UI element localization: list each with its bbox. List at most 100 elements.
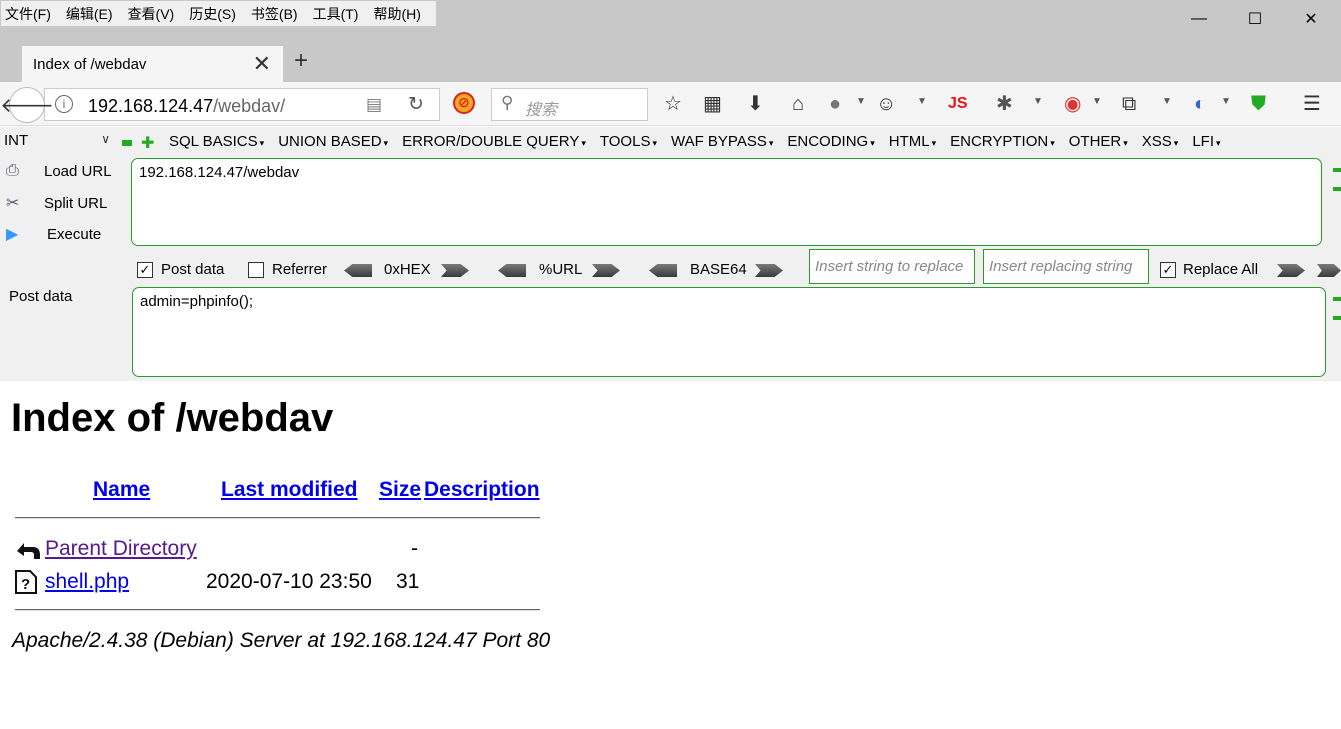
replace-next-button[interactable] xyxy=(1317,264,1341,277)
menu-history[interactable]: 历史(S) xyxy=(189,4,236,24)
split-url-button[interactable]: ✂ Split URL xyxy=(6,193,107,213)
page-content: Index of /webdav Name Last modified Size… xyxy=(0,382,1341,729)
hamburger-menu-icon[interactable]: ☰ xyxy=(1303,92,1321,116)
url-path: /webdav/ xyxy=(213,96,286,116)
globe-addon-icon[interactable]: ● xyxy=(829,92,841,116)
share-dropdown-icon[interactable]: ▼ xyxy=(1162,96,1172,107)
menu-bookmarks[interactable]: 书签(B) xyxy=(251,4,298,24)
back-button[interactable]: 🡐 xyxy=(0,87,54,123)
menu-view[interactable]: 查看(V) xyxy=(128,4,175,24)
info-icon[interactable]: i xyxy=(55,95,73,113)
hex-label: 0xHEX xyxy=(384,261,431,278)
bookmark-star-icon[interactable]: ☆ xyxy=(664,92,682,116)
globe-dropdown-icon[interactable]: ▼ xyxy=(856,96,866,107)
hex-decode-button[interactable] xyxy=(344,264,372,277)
post-minus-icon[interactable] xyxy=(1333,297,1341,301)
load-url-icon: ⎙ xyxy=(6,162,19,179)
base64-encode-button[interactable] xyxy=(755,264,783,277)
menu-bar: 文件(F) 编辑(E) 查看(V) 历史(S) 书签(B) 工具(T) 帮助(H… xyxy=(1,1,436,26)
search-input[interactable]: ⚲ 搜索 xyxy=(491,88,648,121)
tab-index-webdav[interactable]: Index of /webdav ✕ xyxy=(22,46,283,82)
shield-icon[interactable]: ⛊ xyxy=(1251,92,1266,116)
load-url-label: Load URL xyxy=(44,162,112,180)
bug-icon[interactable]: ✱ xyxy=(996,92,1013,116)
type-select[interactable]: INT ∨ xyxy=(4,132,116,154)
column-description-link[interactable]: Description xyxy=(424,478,540,502)
row-size: - xyxy=(411,537,418,560)
post-data-label: Post data xyxy=(161,261,225,278)
hex-encode-button[interactable] xyxy=(441,264,469,277)
bug-dropdown-icon[interactable]: ▼ xyxy=(1033,96,1043,107)
post-data-checkbox[interactable]: ✓ xyxy=(137,262,153,278)
menu-union-based[interactable]: UNION BASED xyxy=(278,133,388,150)
download-icon[interactable]: ⬇ xyxy=(747,92,764,116)
new-tab-button[interactable]: + xyxy=(294,47,308,75)
home-icon[interactable]: ⌂ xyxy=(792,92,804,116)
menu-tools[interactable]: 工具(T) xyxy=(313,4,359,24)
url-encoding-label: %URL xyxy=(539,261,583,278)
menu-lfi[interactable]: LFI xyxy=(1192,133,1220,150)
translate-icon[interactable]: ◐ xyxy=(1194,92,1206,116)
tab-title: Index of /webdav xyxy=(33,55,147,73)
url-minus-icon[interactable] xyxy=(1333,168,1341,172)
split-url-label: Split URL xyxy=(44,194,108,212)
replace-string-input[interactable]: Insert string to replace xyxy=(809,249,975,284)
replace-all-checkbox[interactable]: ✓ xyxy=(1160,262,1176,278)
menu-file[interactable]: 文件(F) xyxy=(5,4,51,24)
scissors-icon: ✂ xyxy=(6,195,20,212)
parent-directory-link[interactable]: Parent Directory xyxy=(45,537,197,561)
minimize-button[interactable]: — xyxy=(1176,4,1222,34)
url-textarea[interactable]: 192.168.124.47/webdav xyxy=(131,158,1322,246)
menu-html[interactable]: HTML xyxy=(889,133,936,150)
menu-encoding[interactable]: ENCODING xyxy=(787,133,874,150)
menu-help[interactable]: 帮助(H) xyxy=(373,4,420,24)
replace-button[interactable] xyxy=(1277,264,1305,277)
column-size-link[interactable]: Size xyxy=(379,478,421,502)
execute-button[interactable]: ▶ Execute xyxy=(6,224,101,244)
back-folder-icon xyxy=(15,537,40,561)
url-decode-button[interactable] xyxy=(498,264,526,277)
reload-icon[interactable]: ↻ xyxy=(408,93,424,116)
menu-xss[interactable]: XSS xyxy=(1142,133,1179,150)
maximize-button[interactable]: ☐ xyxy=(1232,4,1278,34)
menu-waf-bypass[interactable]: WAF BYPASS xyxy=(671,133,773,150)
url-text[interactable]: 192.168.124.47/webdav/ xyxy=(88,96,285,117)
menu-other[interactable]: OTHER xyxy=(1069,133,1128,150)
proxy-dropdown-icon[interactable]: ▼ xyxy=(1092,96,1102,107)
menu-edit[interactable]: 编辑(E) xyxy=(66,4,113,24)
translate-dropdown-icon[interactable]: ▼ xyxy=(1221,96,1231,107)
proxy-icon[interactable]: ◉ xyxy=(1064,92,1081,116)
close-window-button[interactable]: ✕ xyxy=(1288,4,1334,34)
search-placeholder: 搜索 xyxy=(525,102,558,119)
menu-tools-hack[interactable]: TOOLS xyxy=(600,133,657,150)
footer-divider xyxy=(15,609,540,611)
url-bar[interactable]: i 192.168.124.47/webdav/ ▤ ↻ xyxy=(44,88,440,121)
menu-encryption[interactable]: ENCRYPTION xyxy=(950,133,1055,150)
minus-icon[interactable] xyxy=(122,140,132,146)
page-action-icon[interactable]: ▤ xyxy=(366,95,382,115)
column-name-link[interactable]: Name xyxy=(93,478,150,502)
shell-php-link[interactable]: shell.php xyxy=(45,570,129,594)
table-row: Parent Directory - xyxy=(15,537,435,563)
menu-sql-basics[interactable]: SQL BASICS xyxy=(169,133,264,150)
base64-decode-button[interactable] xyxy=(649,264,677,277)
noscript-icon[interactable]: ⊘ xyxy=(453,92,475,114)
url-encode-button[interactable] xyxy=(592,264,620,277)
referrer-checkbox[interactable] xyxy=(248,262,264,278)
replacing-string-input[interactable]: Insert replacing string xyxy=(983,249,1149,284)
share-icon[interactable]: ⧉ xyxy=(1122,92,1136,116)
referrer-label: Referrer xyxy=(272,261,328,278)
post-plus-icon[interactable] xyxy=(1333,316,1341,320)
column-last-modified-link[interactable]: Last modified xyxy=(221,478,358,502)
load-url-button[interactable]: ⎙ Load URL xyxy=(6,162,112,180)
tab-close-icon[interactable]: ✕ xyxy=(253,51,271,77)
palette-dropdown-icon[interactable]: ▼ xyxy=(917,96,927,107)
js-switch-icon[interactable]: JS xyxy=(948,92,968,116)
reading-list-icon[interactable]: ▦ xyxy=(703,92,722,116)
post-data-textarea[interactable]: admin=phpinfo(); xyxy=(132,287,1326,377)
plus-icon[interactable]: ✚ xyxy=(141,133,154,153)
menu-error-double-query[interactable]: ERROR/DOUBLE QUERY xyxy=(402,133,586,150)
palette-icon[interactable]: ☺ xyxy=(876,92,896,116)
url-plus-icon[interactable] xyxy=(1333,187,1341,191)
search-icon: ⚲ xyxy=(501,93,514,112)
